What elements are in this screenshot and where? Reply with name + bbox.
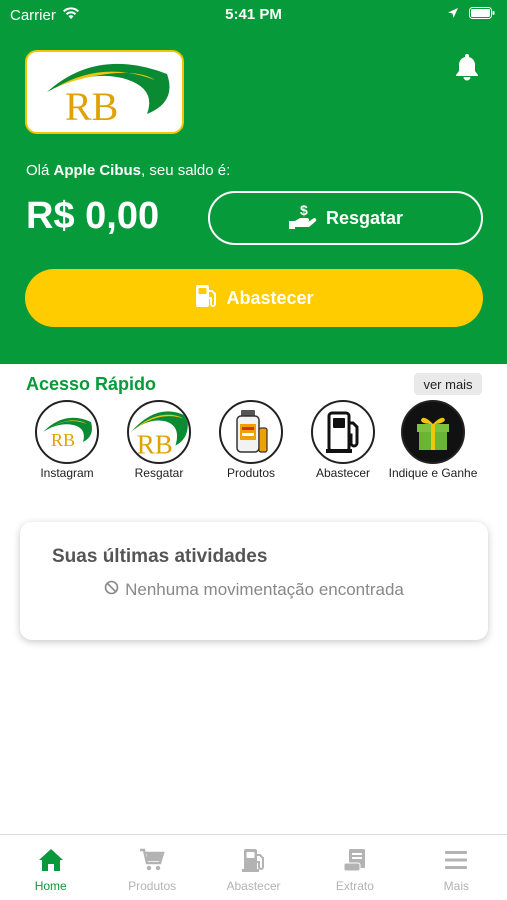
quick-access-abastecer[interactable]: Abastecer <box>297 400 389 484</box>
rb-logo: RB <box>25 50 184 134</box>
ver-mais-button[interactable]: ver mais <box>414 373 482 395</box>
greeting-suffix: , seu saldo é: <box>141 162 231 179</box>
receipt-icon <box>343 849 365 872</box>
quick-access-indique[interactable]: Indique e Ganhe <box>387 400 479 483</box>
abastecer-button[interactable]: Abastecer <box>25 269 483 327</box>
tab-label: Home <box>34 879 67 893</box>
abastecer-label: Abastecer <box>226 287 314 308</box>
tab-label: Mais <box>443 879 469 893</box>
no-entry-icon <box>104 580 119 600</box>
svg-text:$: $ <box>300 203 308 218</box>
quick-access-label: Produtos <box>226 466 276 480</box>
svg-text:RB: RB <box>137 429 173 459</box>
gift-icon <box>401 400 465 464</box>
tab-label: Produtos <box>128 879 177 893</box>
user-name: Apple Cibus <box>53 162 142 179</box>
header-panel: Carrier 5:41 PM RB Olá Apple Cibus, seu … <box>0 0 507 364</box>
tab-abastecer[interactable]: Abastecer <box>203 835 304 900</box>
greeting-prefix: Olá <box>26 162 54 179</box>
tab-extrato[interactable]: Extrato <box>304 835 405 900</box>
rb-logo-icon: RB <box>35 400 99 464</box>
tab-mais[interactable]: Mais <box>406 835 507 900</box>
status-bar: Carrier 5:41 PM <box>0 0 507 30</box>
resgatar-button[interactable]: $ Resgatar <box>208 191 483 245</box>
activities-card: Suas últimas atividades Nenhuma moviment… <box>20 522 488 640</box>
oil-bottle-icon <box>219 400 283 464</box>
quick-access-title: Acesso Rápido <box>26 374 157 394</box>
resgatar-label: Resgatar <box>325 207 404 228</box>
bell-icon[interactable] <box>453 52 481 82</box>
quick-access-produtos[interactable]: Produtos <box>205 400 297 484</box>
tab-produtos[interactable]: Produtos <box>101 835 202 900</box>
cart-icon <box>140 848 165 871</box>
quick-access-resgatar[interactable]: RB Resgatar <box>113 400 205 484</box>
menu-icon <box>445 851 468 869</box>
home-icon <box>38 849 63 871</box>
balance-value: R$ 0,00 <box>26 195 160 237</box>
activities-empty-text: Nenhuma movimentação encontrada <box>125 580 404 599</box>
tab-home[interactable]: Home <box>0 835 101 900</box>
rb-logo-icon: RB <box>127 400 191 464</box>
activities-empty: Nenhuma movimentação encontrada <box>20 580 488 600</box>
svg-text:RB: RB <box>51 430 75 450</box>
tab-label: Abastecer <box>226 879 281 893</box>
status-time: 5:41 PM <box>225 6 282 23</box>
quick-access-instagram[interactable]: RB Instagram <box>21 400 113 484</box>
battery-icon <box>469 6 495 23</box>
logo-text: RB <box>65 84 118 129</box>
fuel-pump-icon <box>241 849 264 872</box>
quick-access-label: Indique e Ganhe <box>388 466 478 480</box>
fuel-pump-icon <box>194 283 218 314</box>
quick-access-label: Instagram <box>40 466 94 480</box>
hand-money-icon: $ <box>288 202 318 234</box>
quick-access-label: Abastecer <box>315 466 371 480</box>
location-arrow-icon <box>447 6 459 23</box>
fuel-pump-icon <box>311 400 375 464</box>
activities-title: Suas últimas atividades <box>52 546 268 567</box>
greeting: Olá Apple Cibus, seu saldo é: <box>26 162 230 179</box>
quick-access-label: Resgatar <box>134 466 184 480</box>
tab-bar: Home Produtos Abastecer Extrato Mais <box>0 834 507 900</box>
tab-label: Extrato <box>335 879 374 893</box>
